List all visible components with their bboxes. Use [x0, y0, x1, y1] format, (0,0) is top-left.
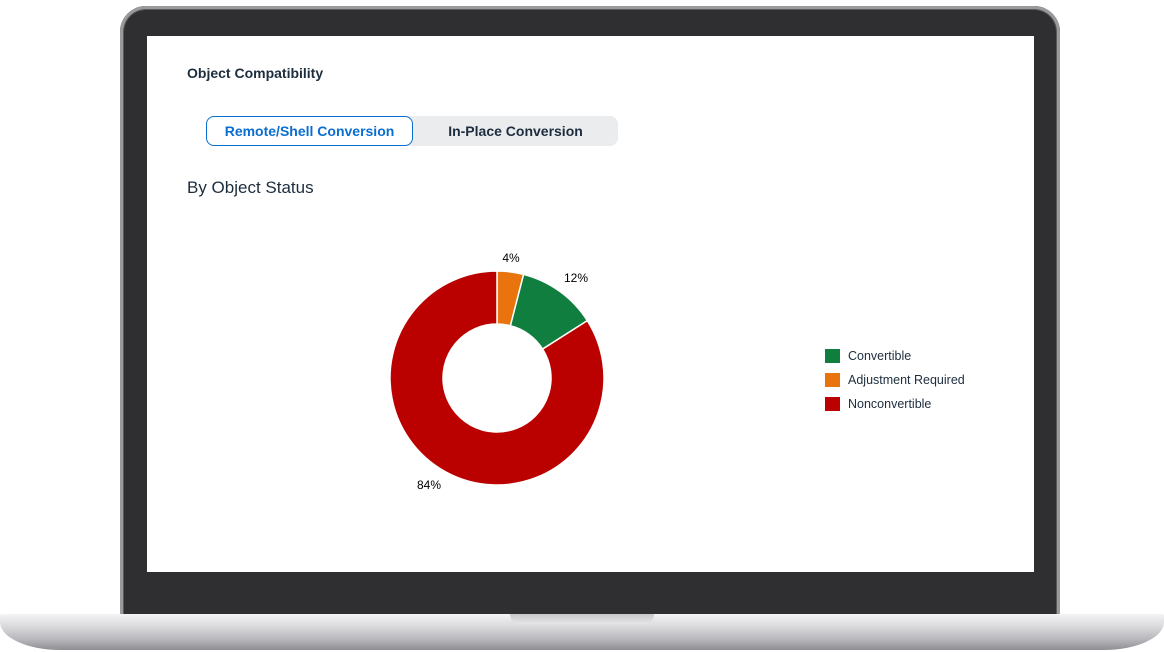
- data-label-nonconvertible: 84%: [417, 478, 441, 492]
- data-label-convertible: 12%: [564, 271, 588, 285]
- data-label-adjustment-required: 4%: [502, 251, 520, 265]
- legend-item-nonconvertible[interactable]: Nonconvertible: [825, 392, 965, 416]
- legend-label: Nonconvertible: [848, 397, 932, 411]
- donut-chart: 4% 12% 84%: [389, 251, 605, 492]
- screen: Object Compatibility Remote/Shell Conver…: [147, 36, 1034, 572]
- chart-legend: Convertible Adjustment Required Nonconve…: [825, 344, 965, 416]
- legend-swatch-adjustment-required: [825, 373, 840, 387]
- laptop-notch: [510, 614, 654, 624]
- legend-swatch-nonconvertible: [825, 397, 840, 411]
- legend-label: Convertible: [848, 349, 912, 363]
- legend-item-convertible[interactable]: Convertible: [825, 344, 965, 368]
- legend-label: Adjustment Required: [848, 373, 965, 387]
- legend-item-adjustment-required[interactable]: Adjustment Required: [825, 368, 965, 392]
- legend-swatch-convertible: [825, 349, 840, 363]
